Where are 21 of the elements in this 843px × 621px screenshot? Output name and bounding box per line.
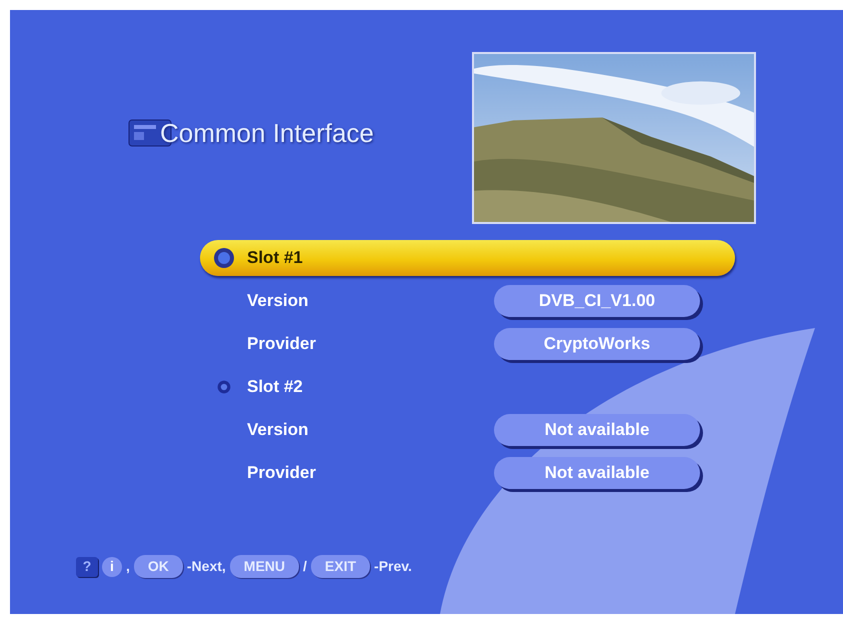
value-field: CryptoWorks — [494, 328, 700, 360]
info-key: i — [102, 556, 122, 576]
hint-text: -Next, — [186, 557, 226, 576]
radio-icon — [212, 247, 234, 269]
slot-label: Slot #1 — [247, 247, 303, 270]
remote-key: OK — [134, 555, 183, 578]
field-label: Version — [247, 290, 310, 312]
help-key: ? — [76, 556, 98, 576]
hint-text: / — [303, 557, 307, 576]
hint-text: -Prev. — [374, 557, 412, 576]
hint-text: , — [126, 557, 130, 576]
remote-key: MENU — [230, 555, 300, 578]
slot-row[interactable]: Slot #1 — [200, 240, 735, 276]
slot-label[interactable]: Slot #2 — [247, 374, 303, 400]
field-label: Provider — [247, 462, 317, 484]
remote-key: EXIT — [310, 555, 370, 578]
value-field: Not available — [494, 457, 700, 489]
value-field: Not available — [494, 414, 700, 446]
field-label: Provider — [247, 333, 317, 356]
value-field: DVB_CI_V1.00 — [494, 285, 700, 317]
field-label: Version — [247, 419, 310, 442]
